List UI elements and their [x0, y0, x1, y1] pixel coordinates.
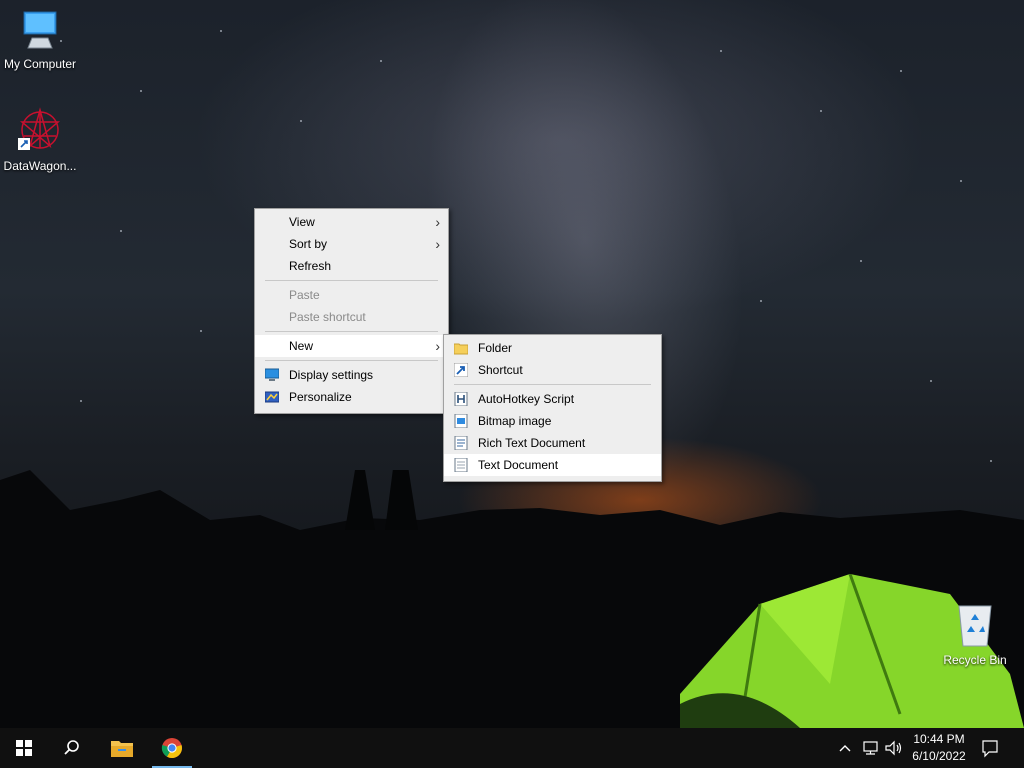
chevron-right-icon: › — [435, 236, 440, 252]
menu-separator — [265, 280, 438, 281]
taskbar: 10:44 PM 6/10/2022 — [0, 728, 1024, 768]
menu-item-view[interactable]: View › — [255, 211, 448, 233]
shortcut-icon — [454, 363, 468, 377]
network-button[interactable] — [862, 738, 882, 758]
menu-item-personalize[interactable]: Personalize — [255, 386, 448, 408]
menu-item-label: New — [289, 339, 314, 353]
text-document-icon — [454, 458, 468, 472]
clock-time: 10:44 PM — [913, 732, 965, 746]
start-button[interactable] — [0, 728, 48, 768]
windows-logo-icon — [16, 740, 32, 756]
submenu-item-shortcut[interactable]: Shortcut — [444, 359, 661, 381]
submenu-item-autohotkey-script[interactable]: AutoHotkey Script — [444, 388, 661, 410]
speaker-icon — [885, 740, 902, 756]
menu-item-label: Bitmap image — [478, 414, 552, 428]
display-icon — [265, 368, 279, 381]
file-explorer-icon — [111, 741, 133, 757]
desktop-icon-label: Recycle Bin — [943, 653, 1007, 667]
menu-item-label: Text Document — [478, 458, 559, 472]
desktop-context-menu: View › Sort by › Refresh Paste Paste sho… — [254, 208, 449, 414]
chrome-icon — [161, 738, 182, 759]
submenu-item-folder[interactable]: Folder — [444, 337, 661, 359]
taskbar-file-explorer[interactable] — [98, 728, 146, 768]
chevron-right-icon: › — [435, 338, 440, 354]
menu-item-paste-shortcut: Paste shortcut — [255, 306, 448, 328]
autohotkey-icon — [454, 392, 468, 406]
menu-separator — [265, 360, 438, 361]
submenu-item-bitmap-image[interactable]: Bitmap image — [444, 410, 661, 432]
clock-date: 6/10/2022 — [912, 749, 966, 763]
show-hidden-icons-button[interactable] — [838, 738, 856, 758]
menu-item-display-settings[interactable]: Display settings — [255, 364, 448, 386]
submenu-item-text-document[interactable]: Text Document — [444, 454, 661, 476]
notification-icon — [982, 740, 998, 758]
volume-button[interactable] — [884, 738, 906, 758]
new-submenu: Folder Shortcut AutoHotkey Script Bitmap… — [443, 334, 662, 482]
menu-item-refresh[interactable]: Refresh — [255, 255, 448, 277]
bitmap-icon — [454, 414, 468, 428]
menu-item-sort-by[interactable]: Sort by › — [255, 233, 448, 255]
menu-item-label: View — [289, 215, 315, 229]
desktop-icon-my-computer[interactable]: My Computer — [0, 8, 80, 71]
menu-item-label: Refresh — [289, 259, 332, 273]
menu-item-label: Paste shortcut — [289, 310, 366, 324]
desktop-icon-label: My Computer — [3, 57, 77, 71]
personalize-icon — [265, 391, 279, 403]
computer-icon — [23, 11, 57, 49]
menu-item-label: Paste — [289, 288, 320, 302]
desktop-icon-datawagon[interactable]: DataWagon... — [0, 106, 80, 173]
menu-item-label: Display settings — [289, 368, 374, 382]
submenu-item-rich-text-document[interactable]: Rich Text Document — [444, 432, 661, 454]
menu-item-label: Sort by — [289, 237, 328, 251]
chevron-up-icon — [839, 745, 851, 752]
search-button[interactable] — [48, 728, 96, 768]
notifications-button[interactable] — [980, 738, 1002, 758]
chevron-right-icon: › — [435, 214, 440, 230]
menu-item-label: AutoHotkey Script — [478, 392, 575, 406]
network-icon — [863, 741, 878, 755]
desktop-icon-recycle-bin[interactable]: Recycle Bin — [935, 602, 1015, 667]
folder-icon — [454, 343, 468, 355]
menu-item-label: Folder — [478, 341, 513, 355]
search-icon — [64, 740, 79, 755]
menu-separator — [454, 384, 651, 385]
taskbar-chrome[interactable] — [148, 728, 196, 768]
datawagon-icon — [18, 107, 61, 150]
menu-item-new[interactable]: New › — [255, 335, 448, 357]
menu-item-paste: Paste — [255, 284, 448, 306]
desktop-icon-label: DataWagon... — [3, 159, 77, 173]
menu-separator — [265, 331, 438, 332]
clock[interactable]: 10:44 PM 6/10/2022 — [908, 731, 970, 765]
recycle-bin-icon — [958, 605, 992, 647]
menu-item-label: Rich Text Document — [478, 436, 586, 450]
rich-text-icon — [454, 436, 468, 450]
menu-item-label: Shortcut — [478, 363, 523, 377]
menu-item-label: Personalize — [289, 390, 352, 404]
